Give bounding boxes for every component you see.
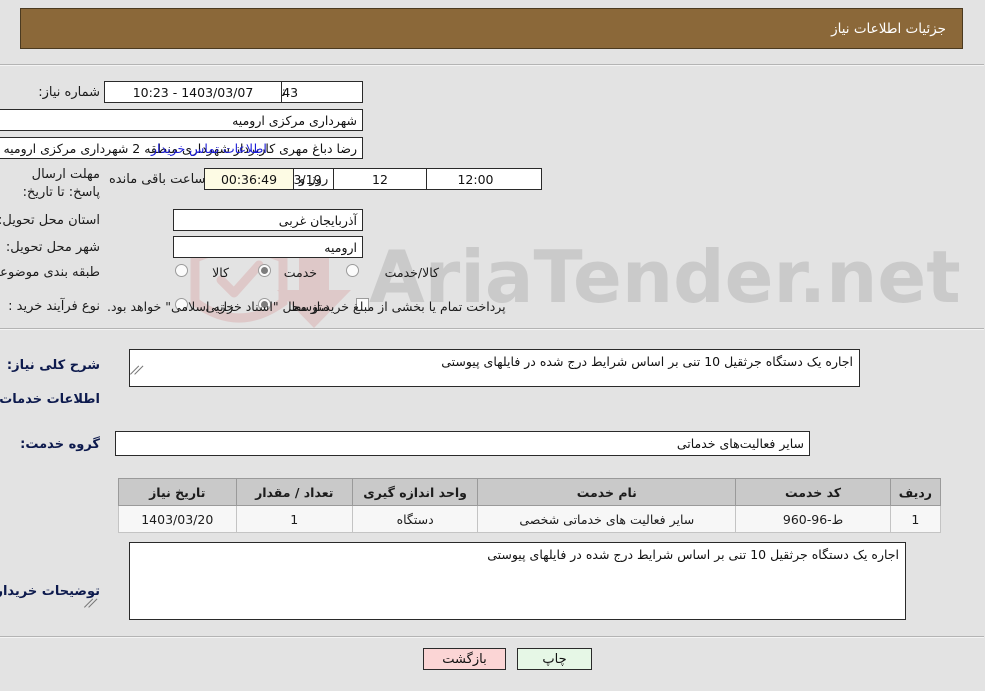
column-header-code: کد خدمت: [736, 478, 892, 506]
panel-divider-middle: [0, 328, 985, 330]
panel-divider-bottom: [0, 636, 985, 638]
process-label: نوع فرآیند خرید :: [9, 299, 101, 314]
cell-date: 1403/03/20: [119, 505, 238, 533]
deadline-countdown-label: ساعت باقی مانده: [110, 172, 207, 187]
category-option-khedmat-label: خدمت: [284, 265, 318, 280]
buyer-contact-link[interactable]: اطلاعات تماس خریدار: [152, 141, 268, 156]
page-title: جزئیات اطلاعات نیاز: [832, 20, 947, 37]
category-radio-kala[interactable]: [176, 264, 189, 277]
category-radio-kala-khedmat[interactable]: [347, 264, 360, 277]
announce-datetime-value: 1403/03/07 - 10:23: [105, 81, 283, 103]
treasury-bonds-label: پرداخت تمام یا بخشی از مبلغ خرید،از محل …: [108, 299, 507, 314]
delivery-province-value: آذربایجان غربی: [174, 209, 364, 231]
cell-code: ط-96-960: [736, 505, 892, 533]
deadline-time-value: 12:00: [410, 168, 543, 190]
delivery-city-value: ارومیه: [174, 236, 364, 258]
services-table: ردیف کد خدمت نام خدمت واحد اندازه گیری ت…: [119, 478, 943, 533]
category-option-kala-khedmat-label: کالا/خدمت: [385, 265, 440, 280]
service-group-value: سایر فعالیت‌های خدماتی: [116, 431, 811, 456]
delivery-city-label: شهر محل تحویل:: [6, 240, 101, 255]
column-header-row: ردیف: [890, 478, 943, 506]
deadline-countdown-value: 00:36:49: [205, 168, 295, 190]
cell-qty: 1: [236, 505, 354, 533]
category-option-kala-label: کالا: [213, 265, 230, 280]
table-header-row: ردیف کد خدمت نام خدمت واحد اندازه گیری ت…: [119, 478, 943, 506]
deadline-days-value: 12: [334, 168, 428, 190]
panel-divider-top: [0, 64, 985, 66]
column-header-unit: واحد اندازه گیری: [352, 478, 480, 506]
summary-label: شرح کلی نیاز:: [7, 358, 101, 373]
need-number-label: شماره نیاز:: [39, 85, 101, 100]
page-title-bar: جزئیات اطلاعات نیاز: [21, 8, 964, 49]
deadline-days-label: روز و: [300, 172, 330, 187]
buyer-notes-textarea[interactable]: [130, 542, 907, 620]
summary-textarea[interactable]: [130, 349, 861, 387]
column-header-qty: تعداد / مقدار: [236, 478, 354, 506]
table-row: 1 ط-96-960 سایر فعالیت های خدماتی شخصی د…: [119, 505, 943, 533]
buyer-notes-resize-handle[interactable]: [85, 598, 99, 618]
deadline-label: مهلت ارسال پاسخ: تا تاریخ:: [23, 167, 101, 200]
buyer-notes-label: توضیحات خریدار:: [0, 584, 101, 599]
delivery-province-label: استان محل تحویل:: [0, 213, 101, 228]
service-group-label: گروه خدمت:: [21, 437, 101, 452]
column-header-date: تاریخ نیاز: [119, 478, 238, 506]
buyer-org-value: شهرداری مرکزی ارومیه: [0, 109, 364, 131]
column-header-name: نام خدمت: [478, 478, 738, 506]
back-button[interactable]: بازگشت: [424, 648, 507, 670]
cell-unit: دستگاه: [352, 505, 480, 533]
cell-row: 1: [890, 505, 943, 533]
services-heading: اطلاعات خدمات مورد نیاز: [0, 392, 101, 407]
category-radio-khedmat[interactable]: [259, 264, 272, 277]
category-label: طبقه بندی موضوعی:: [0, 265, 101, 280]
cell-name: سایر فعالیت های خدماتی شخصی: [478, 505, 738, 533]
print-button[interactable]: چاپ: [518, 648, 593, 670]
